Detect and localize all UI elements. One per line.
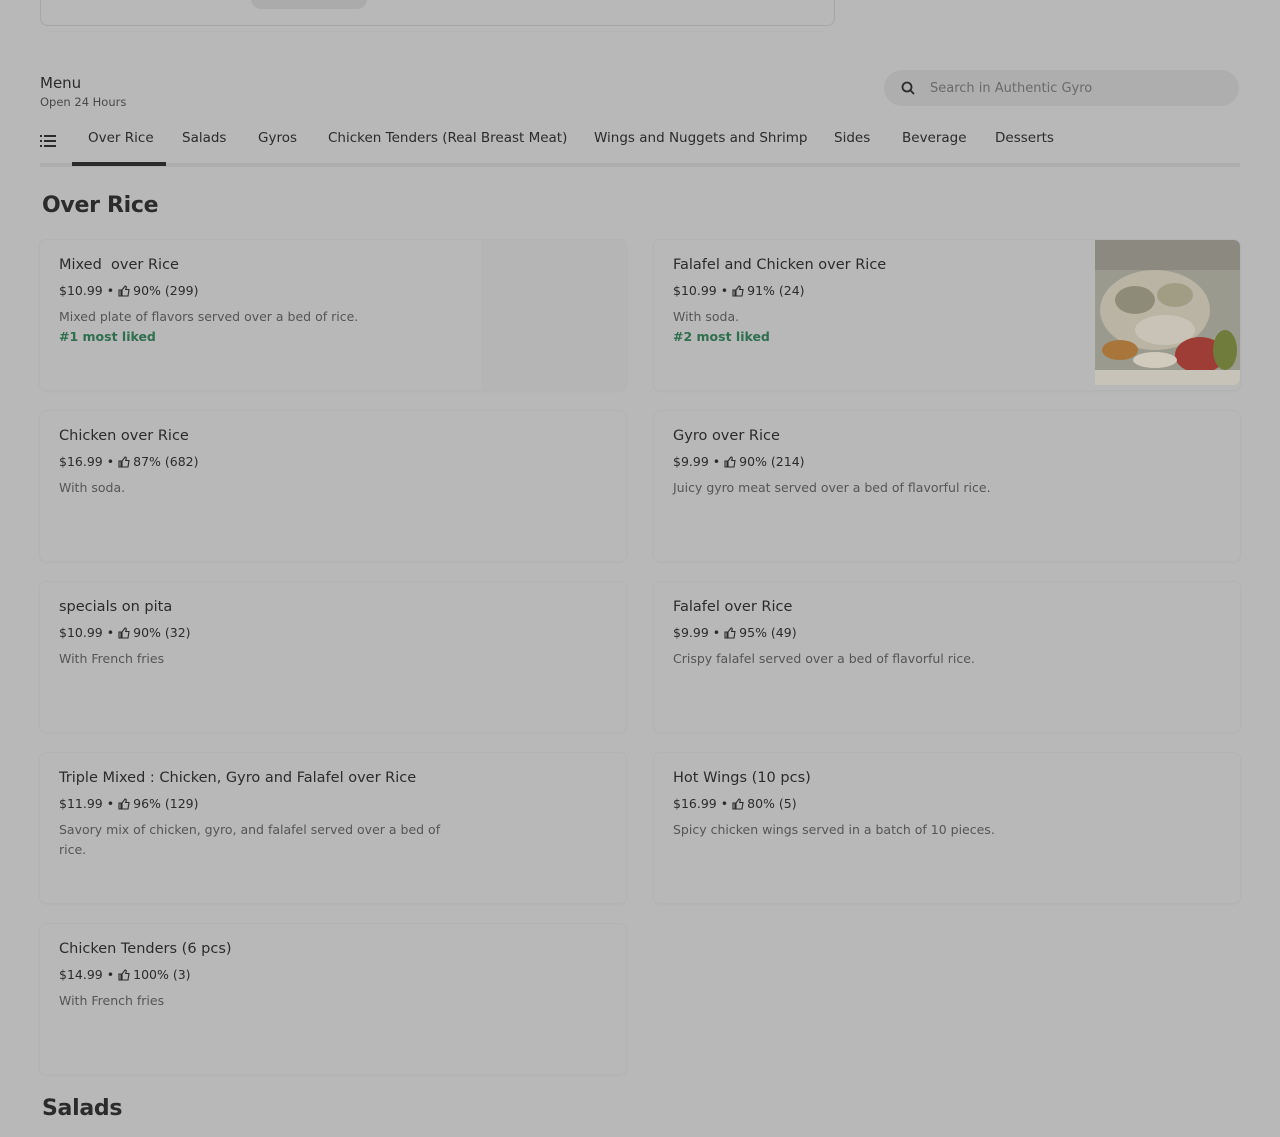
item-meta: $11.99 • 96% (129) bbox=[59, 796, 199, 811]
search-input[interactable] bbox=[930, 80, 1210, 96]
item-meta: $10.99 • 91% (24) bbox=[673, 283, 805, 298]
most-liked-badge: #1 most liked bbox=[59, 329, 156, 344]
item-description: With soda. bbox=[673, 309, 740, 324]
active-tab-indicator bbox=[72, 162, 166, 166]
menu-item-card[interactable]: Hot Wings (10 pcs) $16.99 • 80% (5) Spicy… bbox=[654, 753, 1240, 903]
item-name: Falafel over Rice bbox=[673, 599, 793, 615]
thumbs-up-icon bbox=[732, 797, 744, 810]
item-rating: 100% (3) bbox=[133, 967, 191, 982]
item-description: Spicy chicken wings served in a batch of… bbox=[673, 822, 995, 837]
item-name: specials on pita bbox=[59, 599, 173, 615]
search-icon bbox=[901, 81, 915, 95]
item-image bbox=[1095, 240, 1240, 385]
menu-item-card[interactable]: Gyro over Rice $9.99 • 90% (214) Juicy gy… bbox=[654, 411, 1240, 561]
item-price: $9.99 bbox=[673, 625, 709, 640]
tab-sides[interactable]: Sides bbox=[834, 130, 870, 146]
menu-item-card[interactable]: Triple Mixed : Chicken, Gyro and Falafel… bbox=[40, 753, 626, 903]
item-description: Juicy gyro meat served over a bed of fla… bbox=[673, 480, 991, 495]
item-name: Hot Wings (10 pcs) bbox=[673, 770, 811, 786]
item-meta: $9.99 • 90% (214) bbox=[673, 454, 805, 469]
item-name: Gyro over Rice bbox=[673, 428, 780, 444]
thumbs-up-icon bbox=[118, 968, 130, 981]
thumbs-up-icon bbox=[118, 284, 130, 297]
menu-item-card[interactable]: specials on pita $10.99 • 90% (32) With F… bbox=[40, 582, 626, 732]
separator: • bbox=[106, 625, 115, 640]
item-meta: $14.99 • 100% (3) bbox=[59, 967, 191, 982]
separator: • bbox=[106, 967, 115, 982]
item-rating: 90% (299) bbox=[133, 283, 199, 298]
most-liked-badge: #2 most liked bbox=[673, 329, 770, 344]
item-name: Chicken Tenders (6 pcs) bbox=[59, 941, 232, 957]
separator: • bbox=[106, 454, 115, 469]
tab-wings[interactable]: Wings and Nuggets and Shrimp bbox=[594, 130, 808, 146]
menu-item-card[interactable]: Falafel over Rice $9.99 • 95% (49) Crispy… bbox=[654, 582, 1240, 732]
tab-gyros[interactable]: Gyros bbox=[258, 130, 297, 146]
item-price: $9.99 bbox=[673, 454, 709, 469]
item-name: Falafel and Chicken over Rice bbox=[673, 257, 887, 273]
thumbs-up-icon bbox=[118, 797, 130, 810]
item-price: $16.99 bbox=[673, 796, 717, 811]
item-price: $10.99 bbox=[59, 283, 103, 298]
thumbs-up-icon bbox=[732, 284, 744, 297]
section-title-over-rice: Over Rice bbox=[42, 193, 159, 218]
menu-item-card[interactable]: Chicken Tenders (6 pcs) $14.99 • 100% (3)… bbox=[40, 924, 626, 1074]
item-meta: $9.99 • 95% (49) bbox=[673, 625, 797, 640]
thumbs-up-icon bbox=[724, 455, 736, 468]
item-rating: 91% (24) bbox=[747, 283, 805, 298]
item-price: $14.99 bbox=[59, 967, 103, 982]
menu-hours: Open 24 Hours bbox=[40, 95, 127, 109]
item-name: Triple Mixed : Chicken, Gyro and Falafel… bbox=[59, 770, 417, 786]
item-rating: 90% (214) bbox=[739, 454, 805, 469]
item-meta: $16.99 • 87% (682) bbox=[59, 454, 199, 469]
separator: • bbox=[106, 283, 115, 298]
category-nav: Over Rice Salads Gyros Chicken Tenders (… bbox=[40, 122, 1240, 167]
search-bar[interactable] bbox=[884, 70, 1239, 106]
thumbs-up-icon bbox=[724, 626, 736, 639]
list-icon[interactable] bbox=[40, 133, 56, 149]
separator: • bbox=[720, 283, 729, 298]
item-rating: 95% (49) bbox=[739, 625, 797, 640]
item-description: With French fries bbox=[59, 651, 165, 666]
thumbs-up-icon bbox=[118, 626, 130, 639]
separator: • bbox=[712, 454, 721, 469]
thumbs-up-icon bbox=[118, 455, 130, 468]
item-rating: 87% (682) bbox=[133, 454, 199, 469]
separator: • bbox=[712, 625, 721, 640]
item-description: Mixed plate of flavors served over a bed… bbox=[59, 309, 359, 324]
item-description: Savory mix of chicken, gyro, and falafel… bbox=[59, 822, 441, 857]
item-rating: 90% (32) bbox=[133, 625, 191, 640]
item-price: $10.99 bbox=[59, 625, 103, 640]
tab-chicken-tenders[interactable]: Chicken Tenders (Real Breast Meat) bbox=[328, 130, 567, 146]
card-pill bbox=[251, 0, 367, 9]
menu-title: Menu bbox=[40, 74, 82, 92]
item-price: $11.99 bbox=[59, 796, 103, 811]
item-name: Chicken over Rice bbox=[59, 428, 189, 444]
item-description: Crispy falafel served over a bed of flav… bbox=[673, 651, 975, 666]
tab-beverage[interactable]: Beverage bbox=[902, 130, 967, 146]
tab-salads[interactable]: Salads bbox=[182, 130, 226, 146]
item-rating: 96% (129) bbox=[133, 796, 199, 811]
separator: • bbox=[720, 796, 729, 811]
item-description: With soda. bbox=[59, 480, 126, 495]
item-name: Mixed over Rice bbox=[59, 257, 179, 273]
menu-item-card[interactable]: Falafel and Chicken over Rice $10.99 • 91… bbox=[654, 240, 1240, 390]
tab-desserts[interactable]: Desserts bbox=[995, 130, 1054, 146]
item-image-placeholder bbox=[481, 240, 626, 390]
menu-item-card[interactable]: Mixed over Rice $10.99 • 90% (299) Mixed … bbox=[40, 240, 626, 390]
tab-over-rice[interactable]: Over Rice bbox=[88, 130, 154, 146]
item-price: $16.99 bbox=[59, 454, 103, 469]
previous-card bbox=[40, 0, 835, 26]
item-price: $10.99 bbox=[673, 283, 717, 298]
item-meta: $10.99 • 90% (299) bbox=[59, 283, 199, 298]
item-description: With French fries bbox=[59, 993, 165, 1008]
separator: • bbox=[106, 796, 115, 811]
menu-header: Menu Open 24 Hours bbox=[40, 74, 126, 109]
menu-item-card[interactable]: Chicken over Rice $16.99 • 87% (682) With… bbox=[40, 411, 626, 561]
item-meta: $16.99 • 80% (5) bbox=[673, 796, 797, 811]
section-title-salads: Salads bbox=[42, 1096, 123, 1121]
item-rating: 80% (5) bbox=[747, 796, 797, 811]
item-meta: $10.99 • 90% (32) bbox=[59, 625, 191, 640]
